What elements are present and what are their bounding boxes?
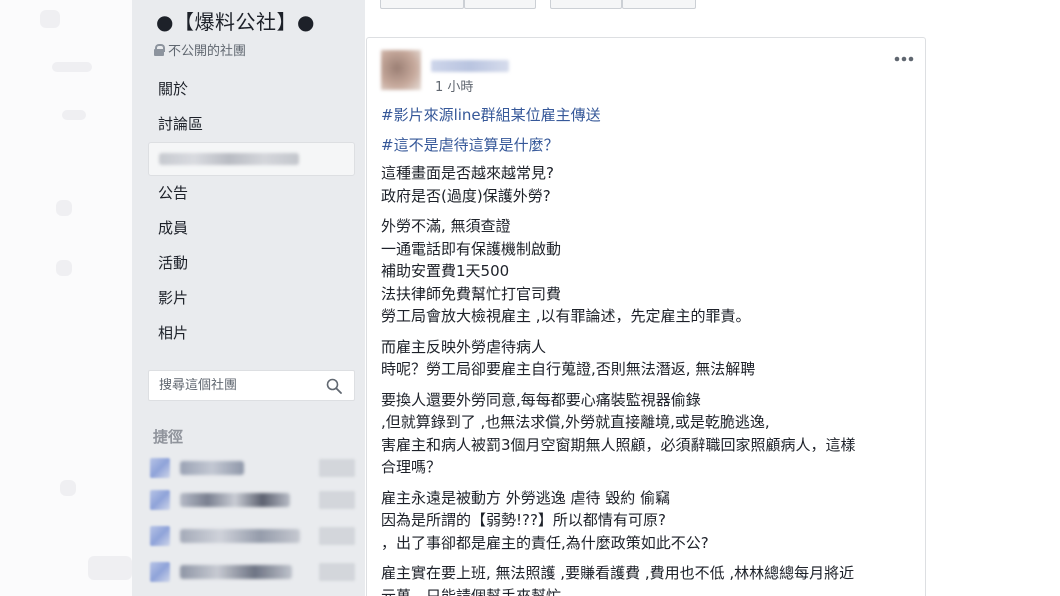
post-card: 1 小時 #影片來源line群組某位雇主傳送 #這不是虐待這算是什麼？ 這種畫面… bbox=[366, 37, 926, 596]
top-button[interactable] bbox=[622, 0, 696, 9]
shortcut-avatar bbox=[150, 458, 170, 478]
post-line: 時呢？勞工局卻要雇主自行蒐證,否則無法潛返, 無法解聘 bbox=[381, 360, 756, 378]
group-title[interactable]: ●【爆料公社】● bbox=[156, 6, 315, 35]
hashtag-link[interactable]: #這不是虐待這算是什麼？ bbox=[381, 134, 917, 157]
post-timestamp[interactable]: 1 小時 bbox=[435, 76, 473, 95]
search-input[interactable] bbox=[149, 378, 319, 393]
nav-item-photos[interactable]: 相片 bbox=[148, 316, 355, 351]
post-line: 這種畫面是否越來越常見? bbox=[381, 164, 554, 182]
nav-item-announcements[interactable]: 公告 bbox=[148, 176, 355, 211]
background-left bbox=[0, 0, 132, 596]
shortcuts-heading: 捷徑 bbox=[153, 428, 184, 446]
faded-icon bbox=[56, 260, 72, 276]
shortcut-avatar bbox=[150, 562, 170, 582]
top-button[interactable] bbox=[550, 0, 622, 9]
shortcut-item[interactable] bbox=[150, 524, 355, 548]
post-line: 元萬，只能請個幫手來幫忙 bbox=[381, 586, 562, 596]
post-body: #影片來源line群組某位雇主傳送 #這不是虐待這算是什麼？ 這種畫面是否越來越… bbox=[381, 104, 917, 596]
post-paragraph: 要換人還要外勞同意,每每都要心痛裝監視器偷錄 ,但就算錄到了 ,也無法求償,外勞… bbox=[381, 389, 917, 479]
post-line: 要換人還要外勞同意,每每都要心痛裝監視器偷錄 bbox=[381, 390, 701, 409]
lock-icon bbox=[154, 43, 165, 56]
post-line: 雇主實在要上班, 無法照護 ,要賺看護費 ,費用也不低 ,林林總總每月將近 bbox=[381, 564, 855, 582]
top-button[interactable] bbox=[380, 0, 464, 9]
post-line: ，出了事卻都是雇主的責任,為什麼政策如此不公? bbox=[381, 533, 709, 552]
shortcut-item[interactable] bbox=[150, 488, 355, 512]
search-icon[interactable] bbox=[326, 378, 342, 394]
shortcut-avatar bbox=[150, 490, 170, 510]
group-privacy: 不公開的社團 bbox=[154, 40, 246, 59]
faded-icon bbox=[88, 556, 132, 580]
post-line: 而雇主反映外勞虐待病人 bbox=[381, 337, 547, 356]
shortcut-count-blurred bbox=[319, 527, 355, 545]
nav-item-events[interactable]: 活動 bbox=[148, 246, 355, 281]
nav-item-blurred[interactable] bbox=[148, 142, 355, 176]
faded-icon bbox=[60, 480, 76, 496]
post-line: 害雇主和病人被罰3個月空窗期無人照顧，必須辭職回家照顧病人，這樣 bbox=[381, 435, 856, 454]
more-options-icon[interactable] bbox=[893, 52, 915, 66]
shortcut-name-blurred bbox=[180, 461, 244, 475]
post-line: 補助安置費1天500 bbox=[381, 262, 510, 280]
nav-item-discussion[interactable]: 討論區 bbox=[148, 107, 355, 142]
shortcut-item[interactable] bbox=[150, 456, 355, 480]
author-name-blurred[interactable] bbox=[431, 60, 509, 72]
group-privacy-label: 不公開的社團 bbox=[168, 44, 247, 59]
hashtag-link[interactable]: #影片來源line群組某位雇主傳送 bbox=[381, 104, 917, 127]
shortcut-item[interactable] bbox=[150, 560, 355, 584]
group-search bbox=[148, 370, 355, 401]
group-nav: 關於 討論區 公告 成員 活動 影片 相片 bbox=[148, 72, 355, 351]
post-line: 政府是否(過度)保護外勞? bbox=[381, 186, 551, 205]
post-line: 合理嗎？ bbox=[381, 458, 442, 476]
post-line: 雇主永遠是被動方 外勞逃逸 虐待 毀約 偷竊 bbox=[381, 488, 671, 507]
post-paragraph: 而雇主反映外勞虐待病人 時呢？勞工局卻要雇主自行蒐證,否則無法潛返, 無法解聘 bbox=[381, 336, 917, 381]
shortcut-count-blurred bbox=[319, 563, 355, 581]
shortcut-count-blurred bbox=[319, 459, 355, 477]
faded-icon bbox=[56, 200, 72, 216]
shortcut-name-blurred bbox=[180, 529, 300, 543]
author-avatar[interactable] bbox=[381, 50, 421, 90]
shortcut-name-blurred bbox=[180, 493, 290, 507]
post-paragraph: 外勞不滿, 無須查證 一通電話即有保護機制啟動 補助安置費1天500 法扶律師免… bbox=[381, 215, 917, 328]
post-paragraph: 這種畫面是否越來越常見? 政府是否(過度)保護外勞? bbox=[381, 162, 917, 207]
post-line: ,但就算錄到了 ,也無法求償,外勞就直接離境,或是乾脆逃逸, bbox=[381, 413, 770, 431]
top-button[interactable] bbox=[464, 0, 536, 9]
nav-item-videos[interactable]: 影片 bbox=[148, 281, 355, 316]
nav-item-members[interactable]: 成員 bbox=[148, 211, 355, 246]
post-paragraph: 雇主實在要上班, 無法照護 ,要賺看護費 ,費用也不低 ,林林總總每月將近 元萬… bbox=[381, 562, 917, 596]
post-line: 一通電話即有保護機制啟動 bbox=[381, 239, 562, 258]
post-line: 因為是所謂的【弱勢!??】所以都情有可原? bbox=[381, 511, 666, 529]
group-sidebar: ●【爆料公社】● 不公開的社團 關於 討論區 公告 成員 活動 影片 相片 捷徑 bbox=[132, 0, 365, 596]
post-line: 勞工局會放大檢視雇主 ,以有罪論述，先定雇主的罪責。 bbox=[381, 307, 751, 325]
nav-item-about[interactable]: 關於 bbox=[148, 72, 355, 107]
shortcut-count-blurred bbox=[319, 491, 355, 509]
faded-icon bbox=[40, 10, 60, 28]
shortcut-avatar bbox=[150, 526, 170, 546]
faded-text bbox=[52, 62, 92, 72]
blurred-label bbox=[159, 153, 299, 165]
post-line: 法扶律師免費幫忙打官司費 bbox=[381, 284, 562, 303]
post-paragraph: 雇主永遠是被動方 外勞逃逸 虐待 毀約 偷竊 因為是所謂的【弱勢!??】所以都情… bbox=[381, 487, 917, 555]
shortcut-name-blurred bbox=[180, 565, 292, 579]
post-line: 外勞不滿, 無須查證 bbox=[381, 217, 511, 235]
faded-text bbox=[62, 110, 86, 120]
